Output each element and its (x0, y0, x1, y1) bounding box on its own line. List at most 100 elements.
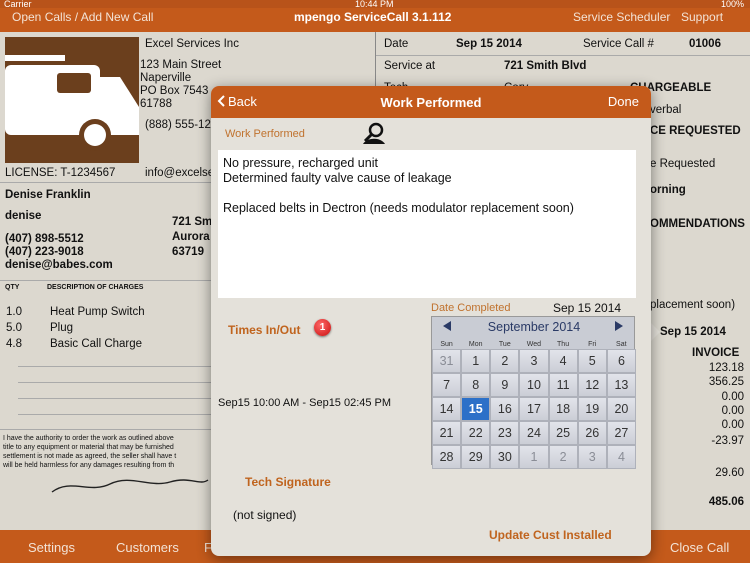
calendar-day[interactable]: 8 (461, 373, 491, 397)
weekday-label: Sun (440, 341, 453, 348)
customer-address-3: 63719 (172, 246, 204, 258)
calendar-day[interactable]: 9 (490, 373, 520, 397)
invoice-amount: 0.00 (721, 405, 744, 417)
charge-description: Basic Call Charge (50, 338, 143, 350)
company-name: Excel Services Inc (145, 38, 239, 50)
calendar-day[interactable]: 25 (548, 421, 578, 445)
calendar-day[interactable]: 1 (461, 349, 491, 373)
calendar-day[interactable]: 24 (519, 421, 549, 445)
company-email: info@excelse (145, 167, 215, 179)
requested-time: orning (650, 184, 686, 196)
invoice-amount: 356.25 (708, 376, 744, 388)
work-line: Determined faulty valve cause of leakage (223, 171, 452, 185)
terms-line: I have the authority to order the work a… (3, 435, 174, 442)
close-call-button[interactable]: Close Call (670, 540, 729, 555)
customer-phone-1: (407) 898-5512 (5, 233, 84, 245)
calendar-day[interactable]: 4 (606, 445, 636, 469)
calendar-day[interactable]: 22 (461, 421, 491, 445)
calendar-day[interactable]: 20 (606, 397, 636, 421)
times-value: Sep15 10:00 AM - Sep15 02:45 PM (218, 397, 392, 409)
calendar-day[interactable]: 10 (519, 373, 549, 397)
company-street: 123 Main Street (140, 59, 222, 71)
calendar-day[interactable]: 18 (548, 397, 578, 421)
carrier-label: Carrier (4, 0, 32, 9)
calendar-day[interactable]: 7 (432, 373, 462, 397)
divider (18, 414, 213, 415)
work-line: Replaced belts in Dectron (needs modulat… (223, 201, 574, 215)
work-performed-label: Work Performed (225, 128, 305, 140)
calendar-day[interactable]: 13 (606, 373, 636, 397)
calendar-day[interactable]: 16 (490, 397, 520, 421)
qty-header: QTY (5, 284, 20, 291)
recommendation-text: placement soon) (650, 299, 736, 311)
nav-bar: Open Calls / Add New Call mpengo Service… (0, 8, 750, 32)
calendar-day[interactable]: 23 (490, 421, 520, 445)
calendar-weekdays: Sun Mon Tue Wed Thu Fri Sat (432, 341, 636, 348)
calendar-day[interactable]: 21 (432, 421, 462, 445)
service-date: Sep 15 2014 (456, 38, 522, 50)
calendar-day[interactable]: 14 (432, 397, 462, 421)
requested-label: e Requested (650, 158, 716, 170)
calendar-day-selected[interactable]: 15 (461, 397, 491, 421)
van-icon (5, 55, 139, 151)
calendar-day[interactable]: 29 (461, 445, 491, 469)
invoice-amount: 0.00 (721, 391, 744, 403)
terms-line: will be held harmless for any damages re… (3, 462, 175, 469)
calendar-day[interactable]: 27 (606, 421, 636, 445)
customer-address-2: Aurora (172, 231, 210, 243)
completed-date: Sep 15 2014 (660, 326, 726, 338)
invoice-amount: 123.18 (708, 362, 744, 374)
calendar-day[interactable]: 19 (577, 397, 607, 421)
terms-line: settlement is not made as agreed, the se… (3, 453, 177, 460)
calendar-day[interactable]: 5 (577, 349, 607, 373)
terms-line: title to any equipment or material that … (3, 444, 174, 451)
open-calls-button[interactable]: Open Calls / Add New Call (12, 10, 153, 24)
calendar-day[interactable]: 26 (577, 421, 607, 445)
settings-button[interactable]: Settings (28, 540, 75, 555)
service-requested-header: CE REQUESTED (650, 125, 741, 137)
done-button[interactable]: Done (608, 94, 639, 109)
recommendations-header: OMMENDATIONS (650, 218, 745, 230)
company-phone: (888) 555-12 (145, 119, 211, 131)
times-in-out-button[interactable]: Times In/Out (228, 323, 300, 337)
divider (18, 382, 213, 383)
user-search-icon[interactable] (361, 122, 387, 146)
support-button[interactable]: Support (681, 10, 723, 24)
work-performed-textarea[interactable]: No pressure, recharged unit Determined f… (218, 150, 636, 298)
service-at-label: Service at (384, 60, 436, 72)
customer-first-name: denise (5, 210, 42, 222)
company-license: LICENSE: T-1234567 (5, 167, 116, 179)
calendar-day[interactable]: 2 (490, 349, 520, 373)
customer-phone-2: (407) 223-9018 (5, 246, 84, 258)
next-month-icon[interactable] (614, 320, 624, 332)
invoice-subtotal: 29.60 (715, 467, 744, 479)
company-city: Naperville (140, 72, 192, 84)
calendar-day[interactable]: 12 (577, 373, 607, 397)
invoice-amount: -23.97 (711, 435, 744, 447)
service-at-address: 721 Smith Blvd (504, 60, 587, 72)
calendar-day[interactable]: 6 (606, 349, 636, 373)
calendar-day[interactable]: 31 (432, 349, 462, 373)
modal-title: Work Performed (380, 95, 482, 110)
calendar-day[interactable]: 1 (519, 445, 549, 469)
weekday-label: Mon (468, 341, 483, 348)
update-cust-installed-button[interactable]: Update Cust Installed (489, 528, 612, 542)
calendar-day[interactable]: 11 (548, 373, 578, 397)
calendar-day[interactable]: 17 (519, 397, 549, 421)
company-pobox: PO Box 7543 (140, 85, 209, 97)
calendar-day[interactable]: 4 (548, 349, 578, 373)
verbal-label: verbal (650, 104, 682, 116)
calendar-day[interactable]: 28 (432, 445, 462, 469)
tech-signature-button[interactable]: Tech Signature (245, 475, 331, 489)
calendar-day[interactable]: 3 (577, 445, 607, 469)
company-zip: 61788 (140, 98, 172, 110)
tech-signature-value: (not signed) (233, 508, 297, 522)
calendar-day[interactable]: 3 (519, 349, 549, 373)
customer-signature (51, 479, 209, 493)
calendar-day[interactable]: 2 (548, 445, 578, 469)
divider (18, 366, 213, 367)
calendar-day[interactable]: 30 (490, 445, 520, 469)
customers-button[interactable]: Customers (116, 540, 179, 555)
app-title: mpengo ServiceCall 3.1.112 (294, 10, 452, 24)
service-scheduler-button[interactable]: Service Scheduler (573, 10, 670, 24)
